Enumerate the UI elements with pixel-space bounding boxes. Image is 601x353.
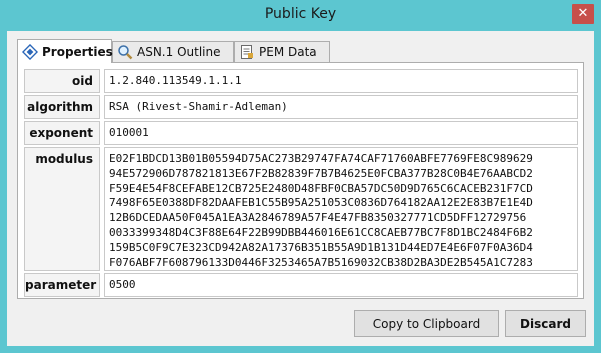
modulus-value[interactable]: E02F1BDCD13B01B05594D75AC273B29747FA74CA… bbox=[104, 147, 578, 271]
field-row-parameter: parameter 0500 bbox=[24, 273, 578, 297]
field-label: parameter bbox=[24, 273, 100, 297]
field-row-exponent: exponent 010001 bbox=[24, 121, 578, 145]
tab-label: ASN.1 Outline bbox=[137, 45, 221, 59]
modulus-line: 94E572906D787821813E67F2B82839F7B7B4625E… bbox=[109, 166, 533, 180]
field-row-oid: oid 1.2.840.113549.1.1.1 bbox=[24, 69, 578, 93]
dialog-client: Properties ASN.1 Outline PEM Data oid 1.… bbox=[7, 31, 594, 346]
modulus-line: 12B6DCEDAA50F045A1EA3A2846789A57F4E47FB8… bbox=[109, 211, 527, 225]
tab-pem-data[interactable]: PEM Data bbox=[234, 41, 330, 62]
document-icon bbox=[239, 44, 255, 60]
field-label: oid bbox=[24, 69, 100, 93]
field-label: modulus bbox=[24, 147, 100, 271]
discard-button[interactable]: Discard bbox=[505, 310, 586, 337]
algorithm-value[interactable]: RSA (Rivest-Shamir-Adleman) bbox=[104, 95, 578, 119]
tab-label: Properties bbox=[42, 44, 113, 59]
tab-properties[interactable]: Properties bbox=[17, 39, 113, 63]
title-bar[interactable]: Public Key ✕ bbox=[0, 0, 601, 32]
modulus-line: E02F1BDCD13B01B05594D75AC273B29747FA74CA… bbox=[109, 152, 533, 165]
exponent-value[interactable]: 010001 bbox=[104, 121, 578, 145]
copy-to-clipboard-button[interactable]: Copy to Clipboard bbox=[354, 310, 499, 337]
modulus-line: 0033399348D4C3F88E64F22B99DBB446016E61CC… bbox=[109, 225, 533, 239]
field-row-modulus: modulus E02F1BDCD13B01B05594D75AC273B297… bbox=[24, 147, 578, 271]
modulus-line: 159B5C0F9C7E323CD942A82A17376B351B55A9D1… bbox=[109, 240, 533, 254]
field-row-algorithm: algorithm RSA (Rivest-Shamir-Adleman) bbox=[24, 95, 578, 119]
properties-panel: oid 1.2.840.113549.1.1.1 algorithm RSA (… bbox=[17, 62, 584, 299]
tab-asn1-outline[interactable]: ASN.1 Outline bbox=[112, 41, 234, 62]
tab-label: PEM Data bbox=[259, 45, 317, 59]
field-label: algorithm bbox=[24, 95, 100, 119]
modulus-line: 7498F65E0388DF82DAAFEB1C55B95A251053C083… bbox=[109, 196, 533, 210]
oid-value[interactable]: 1.2.840.113549.1.1.1 bbox=[104, 69, 578, 93]
parameter-value[interactable]: 0500 bbox=[104, 273, 578, 297]
field-label: exponent bbox=[24, 121, 100, 145]
magnifier-icon bbox=[117, 44, 133, 60]
modulus-line: F59E4E54F8CEFABE12CB725E2480D48FBF0CBA57… bbox=[109, 181, 533, 195]
public-key-window: Public Key ✕ Properties ASN.1 Outline PE… bbox=[0, 0, 601, 353]
close-button[interactable]: ✕ bbox=[572, 4, 594, 24]
modulus-line: F076ABF7F608796133D0446F3253465A7B516903… bbox=[109, 255, 533, 269]
window-title: Public Key bbox=[264, 6, 337, 22]
properties-icon bbox=[21, 43, 39, 60]
